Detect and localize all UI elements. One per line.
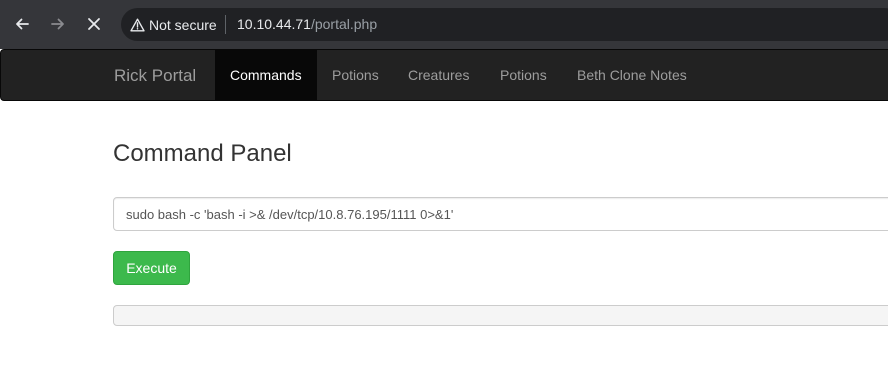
address-separator	[225, 15, 226, 34]
warning-triangle-icon	[130, 18, 145, 31]
url-host: 10.10.44.71	[237, 16, 311, 32]
url-text[interactable]: 10.10.44.71/portal.php	[237, 16, 377, 32]
url-path: /portal.php	[310, 16, 378, 32]
command-output	[113, 305, 888, 326]
security-label: Not secure	[149, 16, 217, 33]
site-navbar: Rick Portal Commands Potions Creatures P…	[0, 49, 888, 101]
close-icon	[88, 18, 100, 30]
nav-item-potions-2[interactable]: Potions	[500, 50, 547, 100]
nav-item-potions[interactable]: Potions	[332, 50, 379, 100]
browser-toolbar: Not secure 10.10.44.71/portal.php	[0, 0, 888, 49]
arrow-left-icon	[16, 18, 29, 30]
page-title: Command Panel	[113, 140, 292, 167]
nav-item-commands[interactable]: Commands	[215, 50, 317, 100]
address-bar[interactable]: Not secure 10.10.44.71/portal.php	[121, 8, 888, 41]
nav-item-creatures[interactable]: Creatures	[408, 50, 469, 100]
execute-button[interactable]: Execute	[113, 251, 190, 285]
brand-link[interactable]: Rick Portal	[114, 66, 196, 86]
command-input[interactable]	[113, 197, 888, 231]
arrow-right-icon	[51, 18, 64, 30]
site-security-indicator[interactable]: Not secure	[130, 16, 217, 33]
stop-loading-button[interactable]	[82, 12, 106, 36]
back-button[interactable]	[10, 12, 34, 36]
forward-button[interactable]	[46, 12, 70, 36]
nav-item-beth-clone-notes[interactable]: Beth Clone Notes	[577, 50, 687, 100]
